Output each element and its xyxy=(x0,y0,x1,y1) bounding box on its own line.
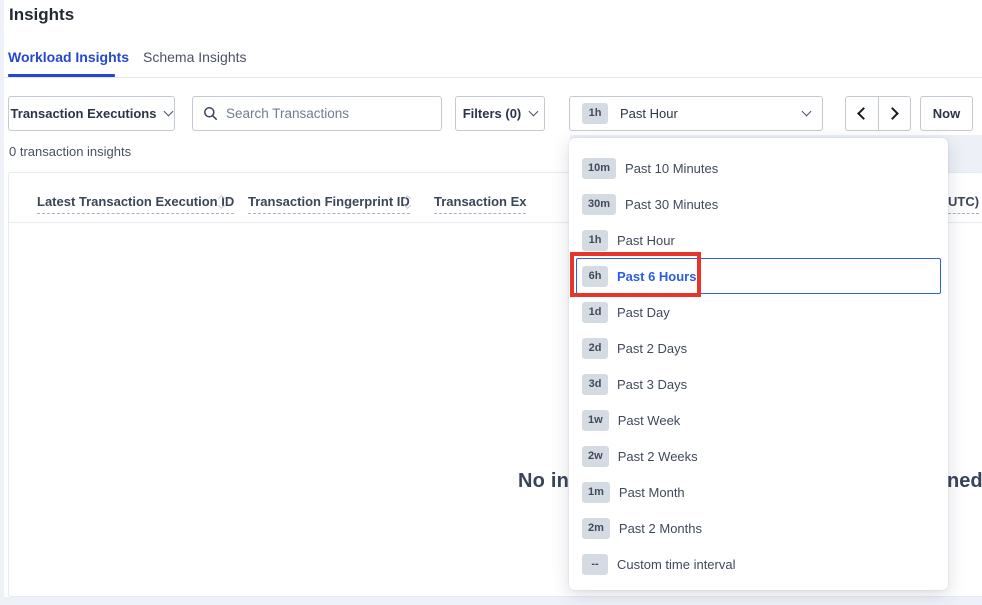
search-input[interactable] xyxy=(226,106,431,121)
time-interval-label: Past Hour xyxy=(620,106,678,121)
sort-icon[interactable] xyxy=(405,196,410,208)
time-interval-select[interactable]: 1h Past Hour xyxy=(569,96,823,131)
page-bottom-strip xyxy=(0,597,982,605)
tab-workload-insights[interactable]: Workload Insights xyxy=(8,49,129,65)
workload-type-label: Transaction Executions xyxy=(11,106,157,121)
menu-item-past-2-weeks[interactable]: 2w Past 2 Weeks xyxy=(576,438,941,474)
column-header-utc[interactable]: UTC) xyxy=(948,193,979,211)
menu-item-past-6-hours[interactable]: 6h Past 6 Hours xyxy=(576,258,941,294)
sort-icon[interactable] xyxy=(219,196,224,208)
column-header-latest-transaction-execution-id[interactable]: Latest Transaction Execution ID xyxy=(37,193,234,211)
menu-item-past-day[interactable]: 1d Past Day xyxy=(576,294,941,330)
results-count: 0 transaction insights xyxy=(9,144,131,159)
page-title: Insights xyxy=(9,5,74,25)
column-header-transaction-fingerprint-id[interactable]: Transaction Fingerprint ID xyxy=(248,193,410,211)
empty-state-text-left: No in xyxy=(429,470,569,493)
chevron-left-icon xyxy=(857,107,870,120)
chevron-down-icon xyxy=(164,107,174,117)
filters-button[interactable]: Filters (0) xyxy=(455,96,545,131)
now-button[interactable]: Now xyxy=(920,96,973,131)
column-header-transaction-execution[interactable]: Transaction Ex xyxy=(434,193,526,211)
chevron-down-icon xyxy=(802,107,812,117)
menu-item-past-30-minutes[interactable]: 30m Past 30 Minutes xyxy=(576,186,941,222)
tab-divider xyxy=(4,77,982,78)
empty-state-text-right: ned. xyxy=(947,470,982,493)
chevron-right-icon xyxy=(886,107,899,120)
menu-item-past-2-months[interactable]: 2m Past 2 Months xyxy=(576,510,941,546)
search-box[interactable] xyxy=(192,96,442,131)
menu-item-custom-time-interval[interactable]: -- Custom time interval xyxy=(576,546,941,582)
tab-schema-insights[interactable]: Schema Insights xyxy=(143,49,247,65)
filters-label: Filters (0) xyxy=(463,106,522,121)
time-nav-arrows xyxy=(845,96,911,131)
search-icon xyxy=(203,106,218,121)
menu-item-past-3-days[interactable]: 3d Past 3 Days xyxy=(576,366,941,402)
time-interval-badge: 1h xyxy=(582,103,608,124)
chevron-down-icon xyxy=(529,107,539,117)
menu-item-past-month[interactable]: 1m Past Month xyxy=(576,474,941,510)
time-interval-dropdown-menu: 10m Past 10 Minutes 30m Past 30 Minutes … xyxy=(569,138,948,590)
menu-item-past-10-minutes[interactable]: 10m Past 10 Minutes xyxy=(576,150,941,186)
insights-page: Insights Workload Insights Schema Insigh… xyxy=(0,0,982,605)
menu-item-past-hour[interactable]: 1h Past Hour xyxy=(576,222,941,258)
menu-item-past-week[interactable]: 1w Past Week xyxy=(576,402,941,438)
now-label: Now xyxy=(933,106,960,121)
menu-item-past-2-days[interactable]: 2d Past 2 Days xyxy=(576,330,941,366)
previous-interval-button[interactable] xyxy=(846,97,878,130)
workload-type-dropdown[interactable]: Transaction Executions xyxy=(8,96,175,131)
next-interval-button[interactable] xyxy=(878,97,911,130)
